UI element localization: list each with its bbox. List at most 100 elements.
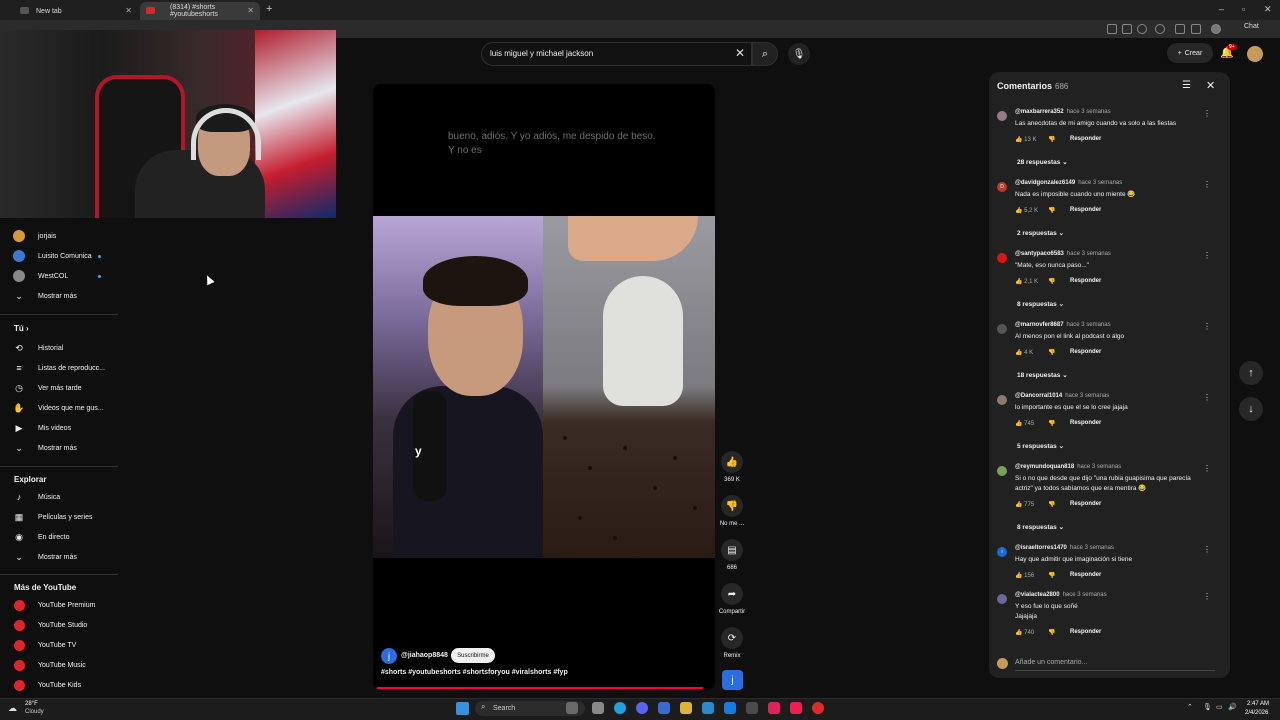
- more-vert-icon[interactable]: ⋮: [1203, 545, 1211, 554]
- close-window-icon[interactable]: ✕: [1264, 4, 1272, 15]
- sidebar-item-live[interactable]: ◉ En directo: [0, 527, 118, 547]
- comment-reply-button[interactable]: Responder: [1070, 501, 1101, 507]
- previous-short-button[interactable]: ↑: [1239, 361, 1263, 385]
- discord-icon[interactable]: [636, 702, 648, 714]
- account-avatar[interactable]: [1247, 46, 1263, 62]
- more-vert-icon[interactable]: ⋮: [1203, 393, 1211, 402]
- profile-icon[interactable]: [1211, 24, 1221, 34]
- comment-avatar[interactable]: i: [997, 547, 1007, 557]
- sort-comments-icon[interactable]: ☰: [1182, 80, 1191, 91]
- view-replies-button[interactable]: 18 respuestas ⌄: [1017, 371, 1068, 379]
- comment-avatar[interactable]: [997, 466, 1007, 476]
- edge-browser-icon[interactable]: [614, 702, 626, 714]
- comment-avatar[interactable]: [997, 324, 1007, 334]
- comment-author[interactable]: @davidgonzalez6149: [1015, 180, 1075, 186]
- search-button[interactable]: ⌕: [752, 42, 778, 66]
- more-vert-icon[interactable]: ⋮: [1203, 592, 1211, 601]
- comment-avatar[interactable]: [997, 395, 1007, 405]
- comment-like-button[interactable]: 👍 745: [1015, 420, 1034, 427]
- comment-dislike-icon[interactable]: 👎: [1048, 278, 1055, 285]
- comment-author[interactable]: @vialactea2800: [1015, 592, 1060, 598]
- subscribe-button[interactable]: Suscribirme: [451, 648, 495, 663]
- weather-temperature[interactable]: 28°F: [25, 701, 38, 707]
- add-comment-input[interactable]: Añade un comentario...: [1015, 659, 1215, 671]
- taskbar-app-icon[interactable]: [812, 702, 824, 714]
- sidebar-item-movies[interactable]: ▦ Películas y series: [0, 507, 118, 527]
- comment-like-button[interactable]: 👍 740: [1015, 629, 1034, 636]
- you-heading[interactable]: Tú ›: [14, 324, 29, 333]
- comment-like-button[interactable]: 👍 775: [1015, 501, 1034, 508]
- show-more-subscriptions[interactable]: ⌄ Mostrar más: [0, 286, 118, 306]
- comment-author[interactable]: @israeltorres1470: [1015, 545, 1067, 551]
- music-app-icon[interactable]: [768, 702, 780, 714]
- sidebar-item-liked-videos[interactable]: ✋ Videos que me gus...: [0, 398, 118, 418]
- close-comments-icon[interactable]: ✕: [1206, 79, 1215, 92]
- view-replies-button[interactable]: 8 respuestas ⌄: [1017, 300, 1064, 308]
- sidebar-item-youtube-music[interactable]: YouTube Music: [0, 655, 118, 675]
- tab-new-tab[interactable]: New tab ✕: [14, 2, 138, 20]
- comment-like-button[interactable]: 👍 156: [1015, 572, 1034, 579]
- short-progress-bar[interactable]: [377, 687, 704, 689]
- extension-icon[interactable]: [1107, 24, 1117, 34]
- favorites-icon[interactable]: [1191, 24, 1201, 34]
- comment-dislike-icon[interactable]: 👎: [1048, 572, 1055, 579]
- maximize-icon[interactable]: ▫: [1242, 4, 1245, 14]
- comment-avatar[interactable]: [997, 594, 1007, 604]
- more-vert-icon[interactable]: ⋮: [1203, 180, 1211, 189]
- sidebar-item-youtube-premium[interactable]: YouTube Premium: [0, 595, 118, 615]
- show-more-explore[interactable]: ⌄ Mostrar más: [0, 547, 118, 567]
- channel-thumbnail[interactable]: j: [722, 670, 743, 690]
- speaker-icon[interactable]: 🔊: [1228, 703, 1237, 711]
- comments-button[interactable]: ▤: [721, 539, 743, 561]
- comment-reply-button[interactable]: Responder: [1070, 278, 1101, 284]
- like-button[interactable]: 👍: [721, 451, 743, 473]
- taskbar-clock-time[interactable]: 2:47 AM: [1247, 701, 1269, 707]
- create-button[interactable]: + Crear: [1167, 43, 1213, 63]
- sidebar-item-jorjais[interactable]: jorjais: [0, 226, 118, 246]
- comment-like-button[interactable]: 👍 2,1 K: [1015, 278, 1038, 285]
- minimize-icon[interactable]: –: [1219, 4, 1224, 14]
- taskbar-app-icon[interactable]: [566, 702, 578, 714]
- dislike-button[interactable]: 👎: [721, 495, 743, 517]
- view-replies-button[interactable]: 8 respuestas ⌄: [1017, 523, 1064, 531]
- remix-button[interactable]: ⟳: [721, 627, 743, 649]
- chevron-up-icon[interactable]: ⌃: [1187, 703, 1193, 711]
- comment-reply-button[interactable]: Responder: [1070, 207, 1101, 213]
- more-vert-icon[interactable]: ⋮: [1203, 251, 1211, 260]
- sidebar-item-history[interactable]: ⟲ Historial: [0, 338, 118, 358]
- sidebar-item-westcol[interactable]: WestCOL: [0, 266, 118, 286]
- comment-author[interactable]: @reymundoquan818: [1015, 464, 1074, 470]
- mail-icon[interactable]: [724, 702, 736, 714]
- taskbar-clock-date[interactable]: 2/4/2026: [1245, 710, 1268, 716]
- taskbar-app-icon[interactable]: [658, 702, 670, 714]
- extension-icon[interactable]: [1155, 24, 1165, 34]
- more-vert-icon[interactable]: ⋮: [1203, 109, 1211, 118]
- extension-icon[interactable]: [1175, 24, 1185, 34]
- more-vert-icon[interactable]: ⋮: [1203, 464, 1211, 473]
- comment-reply-button[interactable]: Responder: [1070, 136, 1101, 142]
- view-replies-button[interactable]: 28 respuestas ⌄: [1017, 158, 1068, 166]
- view-replies-button[interactable]: 5 respuestas ⌄: [1017, 442, 1064, 450]
- cloud-icon[interactable]: ☁: [8, 703, 17, 714]
- comment-like-button[interactable]: 👍 13 K: [1015, 136, 1036, 143]
- comment-reply-button[interactable]: Responder: [1070, 572, 1101, 578]
- sidebar-item-youtube-kids[interactable]: YouTube Kids: [0, 675, 118, 695]
- comment-author[interactable]: @marnovfer8687: [1015, 322, 1064, 328]
- comment-author[interactable]: @maxbarrera352: [1015, 109, 1064, 115]
- short-channel-avatar[interactable]: j: [381, 648, 397, 664]
- display-icon[interactable]: ▭: [1216, 703, 1223, 711]
- comment-dislike-icon[interactable]: 👎: [1048, 349, 1055, 356]
- comment-like-button[interactable]: 👍 4 K: [1015, 349, 1033, 356]
- comment-dislike-icon[interactable]: 👎: [1048, 136, 1055, 143]
- tiktok-icon[interactable]: [790, 702, 802, 714]
- taskbar-app-icon[interactable]: [746, 702, 758, 714]
- share-button[interactable]: ➦: [721, 583, 743, 605]
- comment-dislike-icon[interactable]: 👎: [1048, 629, 1055, 636]
- chat-button[interactable]: Chat: [1244, 23, 1259, 30]
- new-tab-plus-icon[interactable]: +: [266, 3, 272, 15]
- store-icon[interactable]: [702, 702, 714, 714]
- sidebar-item-my-videos[interactable]: ▶ Mis videos: [0, 418, 118, 438]
- sidebar-item-watch-later[interactable]: ◷ Ver más tarde: [0, 378, 118, 398]
- comment-avatar[interactable]: [997, 253, 1007, 263]
- clear-search-icon[interactable]: ✕: [735, 46, 745, 60]
